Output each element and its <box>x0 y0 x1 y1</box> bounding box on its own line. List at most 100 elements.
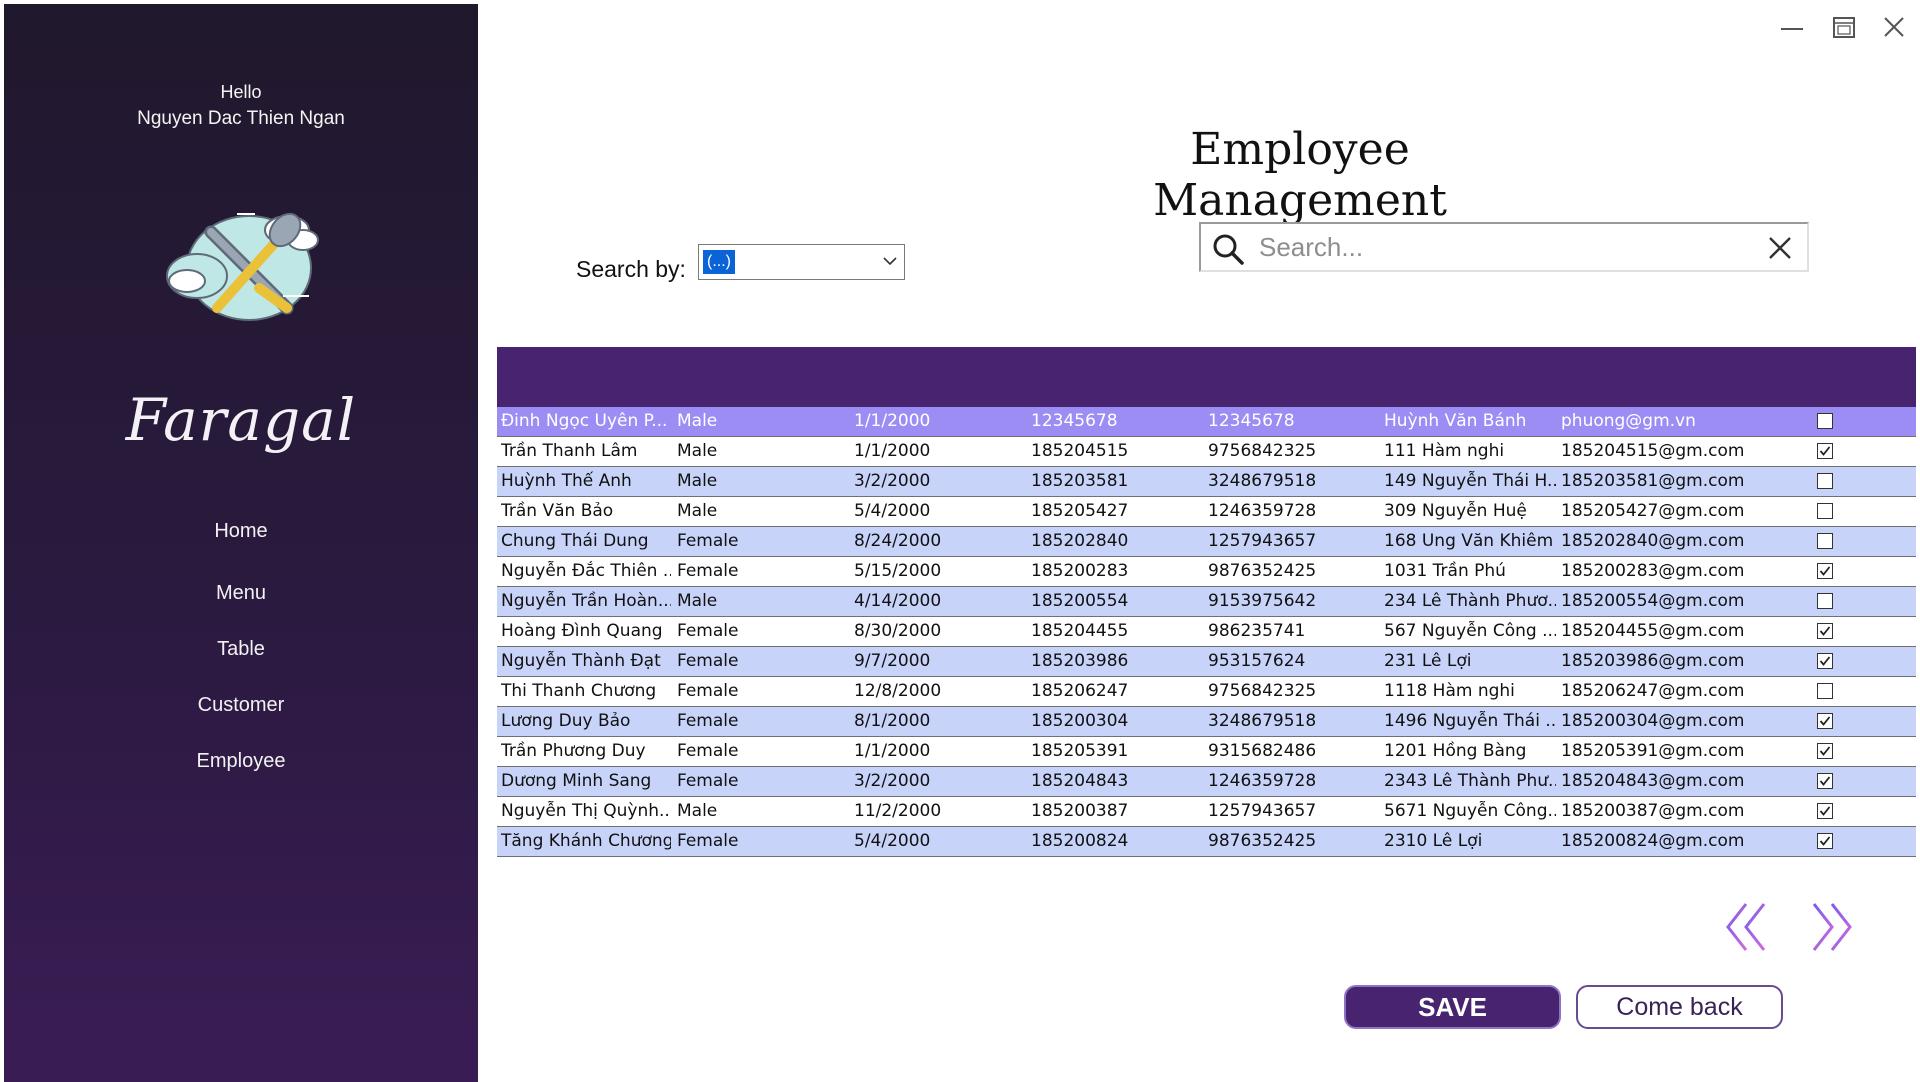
birthdate-cell: 1/1/2000 <box>854 741 931 761</box>
table-row[interactable]: Dương Minh Sang Female 3/2/2000 185204843 12… <box>497 767 1916 797</box>
table-row[interactable]: Lương Duy Bảo Female 8/1/2000 185200304 3248… <box>497 707 1916 737</box>
table-row[interactable]: Chung Thái Dung Female 8/24/2000 185202840 1… <box>497 527 1916 557</box>
row-checkbox[interactable] <box>1817 473 1833 489</box>
row-checkbox[interactable] <box>1817 683 1833 699</box>
row-checkbox[interactable] <box>1817 563 1833 579</box>
address-cell: 1496 Nguyễn Thái ... <box>1384 711 1556 731</box>
address-cell: 567 Nguyễn Công ... <box>1384 621 1556 641</box>
birthdate-cell: 5/15/2000 <box>854 561 942 581</box>
birthdate-cell: 1/1/2000 <box>854 441 931 461</box>
name-cell: Dương Minh Sang <box>501 771 652 791</box>
address-cell: 2343 Lê Thành Phư... <box>1384 771 1556 791</box>
sidebar-item-home[interactable]: Home <box>4 520 478 543</box>
address-cell: 1201 Hồng Bàng <box>1384 741 1527 761</box>
address-cell: 5671 Nguyễn Công... <box>1384 801 1556 821</box>
table-row[interactable]: Trần Phương Duy Female 1/1/2000 185205391 93… <box>497 737 1916 767</box>
row-checkbox[interactable] <box>1817 653 1833 669</box>
table-row[interactable]: Trần Thanh Lâm Male 1/1/2000 185204515 97568… <box>497 437 1916 467</box>
maximize-button[interactable] <box>1824 12 1864 42</box>
row-checkbox[interactable] <box>1817 443 1833 459</box>
checkmark-icon <box>1819 626 1831 636</box>
row-checkbox[interactable] <box>1817 773 1833 789</box>
chevron-left-icon[interactable] <box>1724 900 1770 954</box>
address-cell: 111 Hàm nghi <box>1384 441 1505 461</box>
checkmark-icon <box>1819 446 1831 456</box>
row-checkbox[interactable] <box>1817 833 1833 849</box>
address-cell: Huỳnh Văn Bánh <box>1384 411 1527 431</box>
table-row[interactable]: Huỳnh Thế Anh Male 3/2/2000 185203581 324867… <box>497 467 1916 497</box>
table-row[interactable]: Nguyễn Trần Hoàn... Male 4/14/2000 18520055… <box>497 587 1916 617</box>
close-window-button[interactable] <box>1874 12 1914 42</box>
email-cell: 185206247@gm.com <box>1561 681 1745 701</box>
birthdate-cell: 5/4/2000 <box>854 501 931 521</box>
address-cell: 149 Nguyễn Thái H... <box>1384 471 1556 491</box>
email-cell: 185205391@gm.com <box>1561 741 1745 761</box>
phone-cell: 9876352425 <box>1208 831 1317 851</box>
table-row[interactable]: Đinh Ngọc Uyên P... Male 1/1/2000 12345678 1… <box>497 407 1916 437</box>
birthdate-cell: 3/2/2000 <box>854 471 931 491</box>
id-cell: 185202840 <box>1031 531 1129 551</box>
checkmark-icon <box>1819 836 1831 846</box>
birthdate-cell: 8/24/2000 <box>854 531 942 551</box>
checkmark-icon <box>1819 566 1831 576</box>
table-row[interactable]: Nguyễn Đắc Thiên ... Female 5/15/2000 18520… <box>497 557 1916 587</box>
table-row[interactable]: Tăng Khánh Chương Female 5/4/2000 185200824… <box>497 827 1916 857</box>
sidebar-item-customer[interactable]: Customer <box>4 694 478 717</box>
name-cell: Chung Thái Dung <box>501 531 649 551</box>
table-row[interactable]: Trần Văn Bảo Male 5/4/2000 185205427 1246359… <box>497 497 1916 527</box>
email-cell: 185200304@gm.com <box>1561 711 1745 731</box>
row-checkbox[interactable] <box>1817 533 1833 549</box>
email-cell: 185204455@gm.com <box>1561 621 1745 641</box>
sidebar-item-menu[interactable]: Menu <box>4 582 478 605</box>
name-cell: Nguyễn Đắc Thiên ... <box>501 561 671 581</box>
sidebar-item-employee[interactable]: Employee <box>4 750 478 773</box>
birthdate-cell: 8/1/2000 <box>854 711 931 731</box>
app-window: Hello Nguyen Dac Thien Ngan Faragal Home… <box>0 0 1920 1082</box>
address-cell: 1118 Hàm nghi <box>1384 681 1515 701</box>
checkmark-icon <box>1819 656 1831 666</box>
row-checkbox[interactable] <box>1817 503 1833 519</box>
phone-cell: 9315682486 <box>1208 741 1317 761</box>
save-button[interactable]: SAVE <box>1344 985 1561 1029</box>
row-checkbox[interactable] <box>1817 593 1833 609</box>
name-cell: Trần Văn Bảo <box>501 501 614 521</box>
gender-cell: Male <box>677 441 718 461</box>
name-cell: Trần Thanh Lâm <box>501 441 638 461</box>
search-input[interactable]: Search... <box>1259 232 1363 263</box>
email-cell: 185200387@gm.com <box>1561 801 1745 821</box>
email-cell: 185203581@gm.com <box>1561 471 1745 491</box>
chevron-down-icon <box>883 257 897 266</box>
search-box[interactable]: Search... <box>1199 222 1809 272</box>
chevron-right-icon[interactable] <box>1808 900 1854 954</box>
phone-cell: 9756842325 <box>1208 681 1317 701</box>
address-cell: 168 Ung Văn Khiêm <box>1384 531 1554 551</box>
birthdate-cell: 1/1/2000 <box>854 411 931 431</box>
name-cell: Trần Phương Duy <box>501 741 646 761</box>
sidebar-item-table[interactable]: Table <box>4 638 478 661</box>
come-back-button[interactable]: Come back <box>1576 985 1783 1029</box>
id-cell: 185200304 <box>1031 711 1129 731</box>
id-cell: 185204455 <box>1031 621 1129 641</box>
table-row[interactable]: Thi Thanh Chương Female 12/8/2000 185206247… <box>497 677 1916 707</box>
phone-cell: 9153975642 <box>1208 591 1317 611</box>
birthdate-cell: 4/14/2000 <box>854 591 942 611</box>
grid-header <box>497 347 1916 407</box>
table-row[interactable]: Nguyễn Thành Đạt Female 9/7/2000 185203986 9… <box>497 647 1916 677</box>
checkmark-icon <box>1819 806 1831 816</box>
user-name: Nguyen Dac Thien Ngan <box>137 108 345 129</box>
clear-search-icon[interactable] <box>1767 235 1793 261</box>
row-checkbox[interactable] <box>1817 803 1833 819</box>
checkmark-icon <box>1819 716 1831 726</box>
phone-cell: 12345678 <box>1208 411 1295 431</box>
minimize-button[interactable] <box>1772 12 1812 42</box>
gender-cell: Male <box>677 411 718 431</box>
row-checkbox[interactable] <box>1817 623 1833 639</box>
table-row[interactable]: Hoàng Đình Quang Female 8/30/2000 185204455… <box>497 617 1916 647</box>
row-checkbox[interactable] <box>1817 713 1833 729</box>
row-checkbox[interactable] <box>1817 413 1833 429</box>
gender-cell: Female <box>677 621 739 641</box>
phone-cell: 9756842325 <box>1208 441 1317 461</box>
row-checkbox[interactable] <box>1817 743 1833 759</box>
table-row[interactable]: Nguyễn Thị Quỳnh... Male 11/2/2000 18520038… <box>497 797 1916 827</box>
search-by-dropdown[interactable]: (...) <box>698 244 905 280</box>
